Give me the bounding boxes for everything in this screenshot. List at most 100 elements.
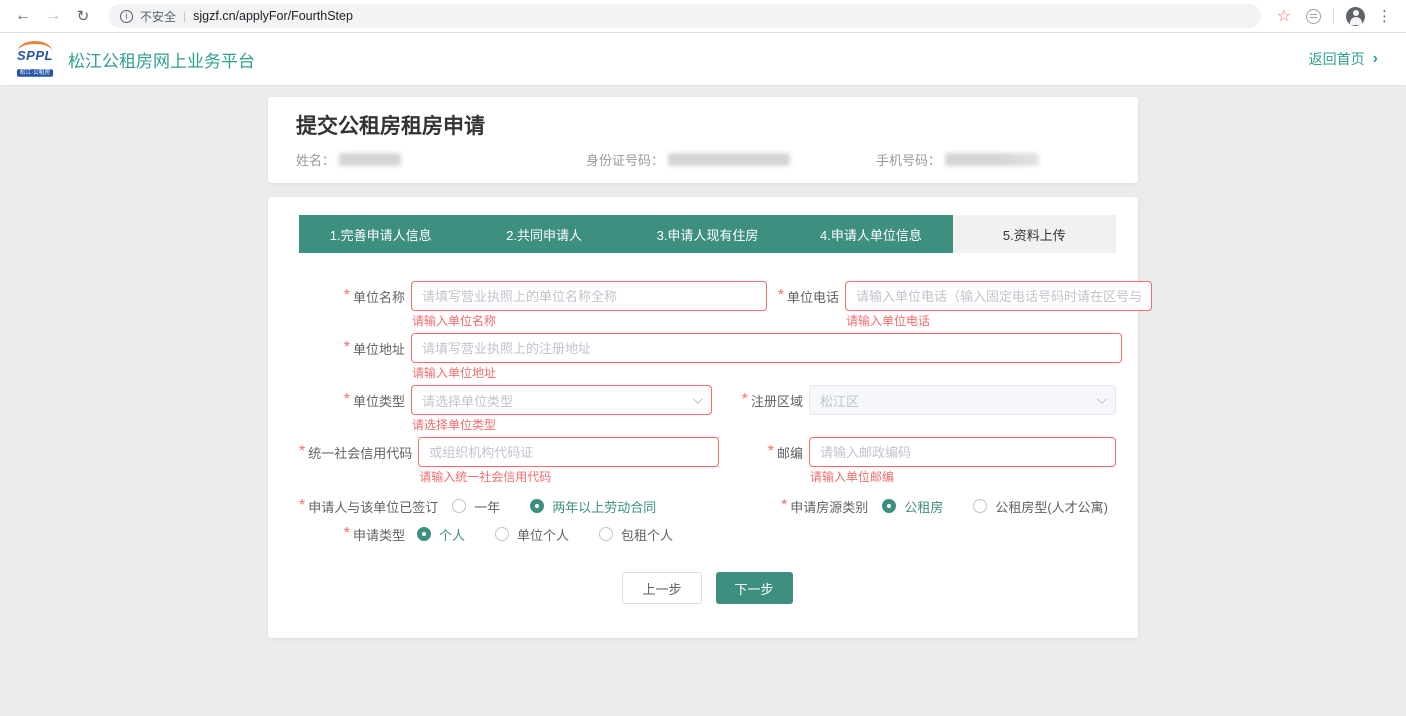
- next-step-button[interactable]: 下一步: [716, 572, 793, 604]
- previous-step-button[interactable]: 上一步: [622, 572, 701, 604]
- back-icon[interactable]: ←: [10, 3, 36, 29]
- tab-step-4[interactable]: 4.申请人单位信息: [789, 215, 952, 253]
- logo-subtitle: 松江·公租房: [17, 69, 53, 77]
- form-row-2: * 单位地址 请输入单位地址: [299, 333, 1116, 380]
- url-divider: |: [183, 9, 186, 23]
- house-category-label: * 申请房源类别: [781, 497, 868, 516]
- radio-icon: [417, 527, 431, 541]
- forward-icon[interactable]: →: [40, 3, 66, 29]
- redacted-phone-value: [945, 153, 1039, 166]
- step-tabs: 1.完善申请人信息 2.共同申请人 3.申请人现有住房 4.申请人单位信息 5.…: [299, 215, 1116, 253]
- page-title: 提交公租房租房申请: [296, 110, 1110, 140]
- unit-phone-field: * 单位电话 请输入单位电话: [767, 281, 1152, 328]
- page-background: 提交公租房租房申请 姓名： 身份证号码： 手机号码： 1.完善申请人信息 2.共…: [0, 85, 1406, 716]
- tab-step-3[interactable]: 3.申请人现有住房: [626, 215, 789, 253]
- postcode-field: * 邮编 请输入单位邮编: [731, 437, 1116, 484]
- unit-address-input[interactable]: [411, 333, 1122, 363]
- radio-icon: [495, 527, 509, 541]
- radio-two-years-plus[interactable]: 两年以上劳动合同: [530, 497, 656, 516]
- not-secure-label: 不安全: [140, 8, 176, 25]
- credit-code-error: 请输入统一社会信用代码: [418, 470, 719, 484]
- back-home-label: 返回首页: [1309, 49, 1365, 69]
- site-info-icon[interactable]: i: [120, 10, 133, 23]
- applicant-info-row: 姓名： 身份证号码： 手机号码：: [296, 150, 1110, 169]
- profile-avatar-icon[interactable]: [1346, 7, 1365, 26]
- radio-talent-apartment[interactable]: 公租房型(人才公寓): [973, 497, 1108, 516]
- unit-type-field: * 单位类型 请选择单位类型 请选择单位类型: [299, 385, 712, 432]
- radio-icon: [452, 499, 466, 513]
- register-area-label: * 注册区域: [731, 385, 803, 415]
- required-mark: *: [768, 443, 774, 461]
- site-title: 松江公租房网上业务平台: [68, 47, 255, 72]
- required-mark: *: [299, 497, 305, 515]
- applicant-id-field: 身份证号码：: [586, 150, 876, 169]
- url-text: sjgzf.cn/applyFor/FourthStep: [193, 9, 353, 23]
- postcode-input[interactable]: [809, 437, 1116, 467]
- house-category-radio-group: 公租房 公租房型(人才公寓): [882, 497, 1108, 516]
- required-mark: *: [781, 497, 787, 515]
- tab-step-5[interactable]: 5.资料上传: [953, 215, 1116, 253]
- form-actions: 上一步 下一步: [299, 572, 1116, 604]
- unit-phone-input[interactable]: [845, 281, 1152, 311]
- chrome-menu-icon[interactable]: ⋮: [1377, 7, 1392, 25]
- toolbar-divider: [1333, 8, 1334, 24]
- radio-icon: [530, 499, 544, 513]
- tab-step-2[interactable]: 2.共同申请人: [462, 215, 625, 253]
- browser-toolbar: ← → ↻ i 不安全 | sjgzf.cn/applyFor/FourthSt…: [0, 0, 1406, 33]
- contract-label: * 申请人与该单位已签订: [299, 497, 438, 516]
- credit-code-field: * 统一社会信用代码 请输入统一社会信用代码: [299, 437, 719, 484]
- radio-public-rental[interactable]: 公租房: [882, 497, 943, 516]
- apply-type-radio-group: 个人 单位个人 包租个人: [417, 525, 673, 544]
- phone-label: 手机号码：: [876, 150, 941, 169]
- form-row-5: * 申请人与该单位已签订 一年 两年以上劳动合同 * 申请房源类别: [299, 496, 1116, 516]
- logo-text: SPPL: [14, 49, 56, 62]
- form-row-3: * 单位类型 请选择单位类型 请选择单位类型 * 注册区域: [299, 385, 1116, 432]
- unit-type-error: 请选择单位类型: [411, 418, 712, 432]
- contract-radio-group: 一年 两年以上劳动合同: [452, 497, 656, 516]
- chevron-down-icon: [1097, 394, 1107, 404]
- unit-type-select[interactable]: 请选择单位类型: [411, 385, 712, 415]
- reload-icon[interactable]: ↻: [70, 3, 96, 29]
- required-mark: *: [299, 443, 305, 461]
- bookmark-star-icon[interactable]: ☆: [1277, 6, 1291, 26]
- radio-icon: [882, 499, 896, 513]
- unit-phone-label: * 单位电话: [767, 281, 839, 311]
- unit-phone-error: 请输入单位电话: [845, 314, 1152, 328]
- redacted-name-value: [339, 153, 401, 166]
- extension-icon[interactable]: [1306, 9, 1321, 24]
- radio-subleased-individual[interactable]: 包租个人: [599, 525, 673, 544]
- required-mark: *: [344, 525, 350, 543]
- postcode-error: 请输入单位邮编: [809, 470, 1116, 484]
- register-area-field: * 注册区域 松江区: [731, 385, 1116, 415]
- radio-icon: [973, 499, 987, 513]
- register-area-select: 松江区: [809, 385, 1116, 415]
- applicant-phone-field: 手机号码：: [876, 150, 1039, 169]
- unit-name-field: * 单位名称 请输入单位名称: [299, 281, 767, 328]
- form-row-4: * 统一社会信用代码 请输入统一社会信用代码 * 邮编 请输入单位邮编: [299, 437, 1116, 484]
- address-bar[interactable]: i 不安全 | sjgzf.cn/applyFor/FourthStep: [108, 4, 1261, 28]
- credit-code-input[interactable]: [418, 437, 719, 467]
- required-mark: *: [742, 391, 748, 409]
- postcode-label: * 邮编: [731, 437, 803, 467]
- application-summary-panel: 提交公租房租房申请 姓名： 身份证号码： 手机号码：: [268, 97, 1138, 183]
- unit-name-error: 请输入单位名称: [411, 314, 767, 328]
- credit-code-label: * 统一社会信用代码: [299, 437, 412, 467]
- unit-type-label: * 单位类型: [299, 385, 405, 415]
- radio-icon: [599, 527, 613, 541]
- browser-actions: ☆ ⋮: [1273, 6, 1396, 26]
- radio-one-year[interactable]: 一年: [452, 497, 500, 516]
- house-category-group-wrap: * 申请房源类别 公租房 公租房型(人才公寓): [781, 497, 1108, 516]
- unit-address-field: * 单位地址 请输入单位地址: [299, 333, 1122, 380]
- radio-unit-individual[interactable]: 单位个人: [495, 525, 569, 544]
- id-number-label: 身份证号码：: [586, 150, 664, 169]
- application-form-panel: 1.完善申请人信息 2.共同申请人 3.申请人现有住房 4.申请人单位信息 5.…: [268, 197, 1138, 638]
- required-mark: *: [778, 287, 784, 305]
- required-mark: *: [344, 287, 350, 305]
- unit-name-input[interactable]: [411, 281, 767, 311]
- name-label: 姓名：: [296, 150, 335, 169]
- form-row-1: * 单位名称 请输入单位名称 * 单位电话 请输入单位电话: [299, 281, 1116, 328]
- radio-individual[interactable]: 个人: [417, 525, 465, 544]
- chevron-right-icon: ›: [1373, 50, 1378, 68]
- back-home-link[interactable]: 返回首页 ›: [1309, 49, 1378, 69]
- tab-step-1[interactable]: 1.完善申请人信息: [299, 215, 462, 253]
